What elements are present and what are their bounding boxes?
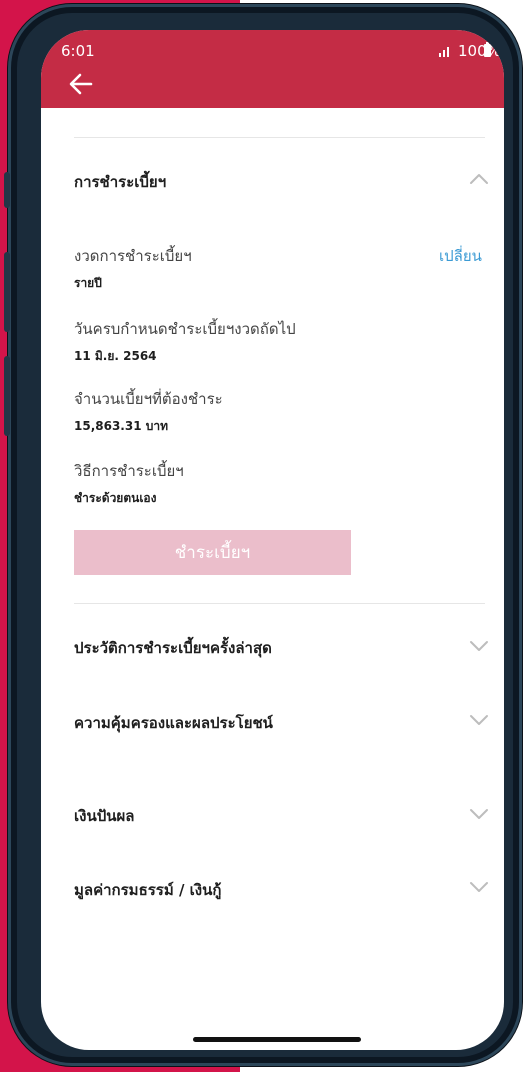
- status-battery-percent: 100%: [458, 42, 501, 60]
- home-indicator[interactable]: [193, 1037, 361, 1042]
- arrow-left-icon[interactable]: [67, 70, 95, 98]
- divider: [74, 603, 485, 604]
- payment-method-label: วิธีการชำระเบี้ยฯ: [74, 462, 184, 480]
- phone-side-button: [4, 172, 10, 208]
- due-date-label: วันครบกำหนดชำระเบี้ยฯงวดถัดไป: [74, 320, 296, 338]
- section-title-policy-value-loan[interactable]: มูลค่ากรมธรรม์ / เงินกู้: [74, 878, 221, 902]
- section-title-payment-history[interactable]: ประวัติการชำระเบี้ยฯครั้งล่าสุด: [74, 636, 272, 660]
- payment-period-value: รายปี: [74, 276, 102, 290]
- phone-volume-button: [4, 252, 10, 332]
- chevron-up-icon[interactable]: [469, 173, 489, 185]
- battery-icon: [484, 42, 491, 57]
- payment-method-value: ชำระด้วยตนเอง: [74, 491, 157, 505]
- chevron-down-icon[interactable]: [469, 881, 489, 893]
- phone-frame: 6:01 100% การชำระเบี้ยฯ งวดการชำระเบี้ยฯ…: [4, 4, 522, 1066]
- signal-icon: [439, 47, 449, 57]
- divider: [74, 137, 485, 138]
- app-header: 6:01 100%: [41, 30, 504, 108]
- payment-period-label: งวดการชำระเบี้ยฯ: [74, 247, 192, 265]
- app-screen: 6:01 100% การชำระเบี้ยฯ งวดการชำระเบี้ยฯ…: [41, 30, 504, 1050]
- status-time: 6:01: [61, 42, 95, 60]
- chevron-down-icon[interactable]: [469, 714, 489, 726]
- amount-due-value: 15,863.31 บาท: [74, 419, 169, 433]
- section-title-coverage[interactable]: ความคุ้มครองและผลประโยชน์: [74, 711, 273, 735]
- amount-due-label: จำนวนเบี้ยฯที่ต้องชำระ: [74, 390, 223, 408]
- pay-premium-button[interactable]: ชำระเบี้ยฯ: [74, 530, 351, 575]
- change-period-link[interactable]: เปลี่ยน: [439, 244, 482, 268]
- chevron-down-icon[interactable]: [469, 808, 489, 820]
- phone-volume-button: [4, 356, 10, 436]
- due-date-value: 11 มิ.ย. 2564: [74, 349, 157, 363]
- chevron-down-icon[interactable]: [469, 640, 489, 652]
- section-title-dividend[interactable]: เงินปันผล: [74, 804, 134, 828]
- section-title-payment[interactable]: การชำระเบี้ยฯ: [74, 170, 166, 194]
